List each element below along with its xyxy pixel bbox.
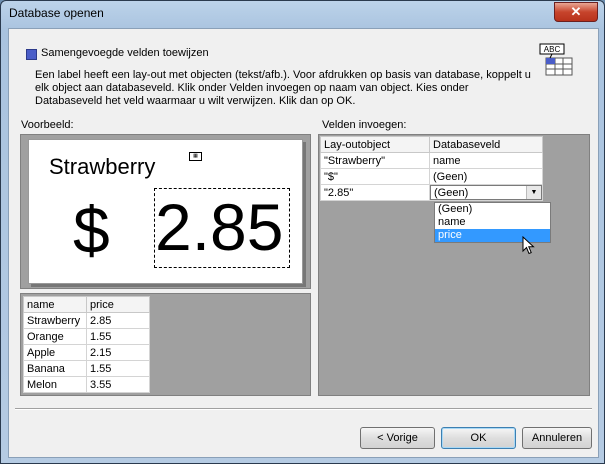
database-field-dropdown[interactable]: (Geen) ▼ bbox=[430, 185, 542, 200]
cell-price: 2.15 bbox=[86, 344, 150, 361]
label-preview-card: Strawberry ▦ $ 2.85 bbox=[28, 139, 303, 284]
title-bar: Database openen ✕ bbox=[1, 1, 604, 27]
table-row[interactable]: Melon 3.55 bbox=[23, 376, 150, 393]
cell-price: 3.55 bbox=[86, 376, 150, 393]
dropdown-selected-value: (Geen) bbox=[434, 187, 469, 199]
mouse-pointer-icon bbox=[522, 236, 535, 255]
dialog-body: Samengevoegde velden toewijzen ABC Een l… bbox=[8, 28, 599, 458]
preview-name-object[interactable]: Strawberry bbox=[49, 154, 155, 180]
table-header-row: Lay-outobject Databaseveld bbox=[320, 136, 543, 153]
insert-fields-pane: Lay-outobject Databaseveld "Strawberry" … bbox=[318, 134, 590, 396]
layout-object-cell[interactable]: "Strawberry" bbox=[320, 152, 430, 169]
section-heading: Samengevoegde velden toewijzen bbox=[41, 47, 209, 59]
column-header-database-field[interactable]: Databaseveld bbox=[429, 136, 543, 153]
dropdown-option-name[interactable]: name bbox=[435, 216, 550, 229]
cell-price: 1.55 bbox=[86, 360, 150, 377]
database-table-pane: name price Strawberry 2.85 Orange 1.55 A… bbox=[20, 293, 311, 396]
database-field-cell[interactable]: (Geen) ▼ bbox=[429, 184, 543, 201]
cell-name: Apple bbox=[23, 344, 87, 361]
merge-fields-icon: ABC bbox=[539, 43, 573, 76]
preview-label: Voorbeeld: bbox=[21, 119, 74, 131]
preview-dollar-object[interactable]: $ bbox=[73, 190, 110, 270]
column-header-layout-object[interactable]: Lay-outobject bbox=[320, 136, 430, 153]
separator-line bbox=[15, 408, 592, 410]
preview-price-object[interactable]: 2.85 bbox=[154, 188, 290, 268]
database-field-cell[interactable]: (Geen) bbox=[429, 168, 543, 185]
column-header-name[interactable]: name bbox=[23, 296, 87, 313]
dropdown-option-none[interactable]: (Geen) bbox=[435, 203, 550, 216]
cancel-button[interactable]: Annuleren bbox=[522, 427, 592, 449]
cell-name: Banana bbox=[23, 360, 87, 377]
label-preview-pane: Strawberry ▦ $ 2.85 bbox=[20, 134, 311, 289]
keyboard-icon: ▦ bbox=[189, 152, 202, 161]
database-table: name price Strawberry 2.85 Orange 1.55 A… bbox=[23, 296, 150, 393]
database-field-cell[interactable]: name bbox=[429, 152, 543, 169]
cell-price: 1.55 bbox=[86, 328, 150, 345]
svg-text:ABC: ABC bbox=[544, 45, 561, 54]
column-header-price[interactable]: price bbox=[86, 296, 150, 313]
window-title: Database openen bbox=[9, 6, 104, 20]
table-row[interactable]: Orange 1.55 bbox=[23, 328, 150, 345]
ok-button[interactable]: OK bbox=[441, 427, 516, 449]
table-header-row: name price bbox=[23, 296, 150, 313]
table-row[interactable]: Apple 2.15 bbox=[23, 344, 150, 361]
layout-object-cell[interactable]: "2.85" bbox=[320, 184, 430, 201]
cell-price: 2.85 bbox=[86, 312, 150, 329]
chevron-down-icon[interactable]: ▼ bbox=[526, 186, 541, 199]
cell-name: Melon bbox=[23, 376, 87, 393]
mapping-row[interactable]: "2.85" (Geen) ▼ bbox=[320, 184, 543, 201]
mapping-row[interactable]: "$" (Geen) bbox=[320, 168, 543, 185]
table-row[interactable]: Strawberry 2.85 bbox=[23, 312, 150, 329]
cell-name: Strawberry bbox=[23, 312, 87, 329]
field-mapping-table: Lay-outobject Databaseveld "Strawberry" … bbox=[320, 136, 543, 201]
preview-price-text: 2.85 bbox=[155, 190, 284, 264]
mapping-row[interactable]: "Strawberry" name bbox=[320, 152, 543, 169]
insert-fields-label: Velden invoegen: bbox=[322, 119, 407, 131]
cell-name: Orange bbox=[23, 328, 87, 345]
table-row[interactable]: Banana 1.55 bbox=[23, 360, 150, 377]
layout-object-cell[interactable]: "$" bbox=[320, 168, 430, 185]
instructions-text: Een label heeft een lay-out met objecten… bbox=[35, 69, 531, 107]
database-open-dialog: Database openen ✕ Samengevoegde velden t… bbox=[0, 0, 605, 464]
section-square-icon bbox=[26, 49, 37, 60]
close-button[interactable]: ✕ bbox=[554, 2, 598, 22]
back-button[interactable]: < Vorige bbox=[360, 427, 435, 449]
